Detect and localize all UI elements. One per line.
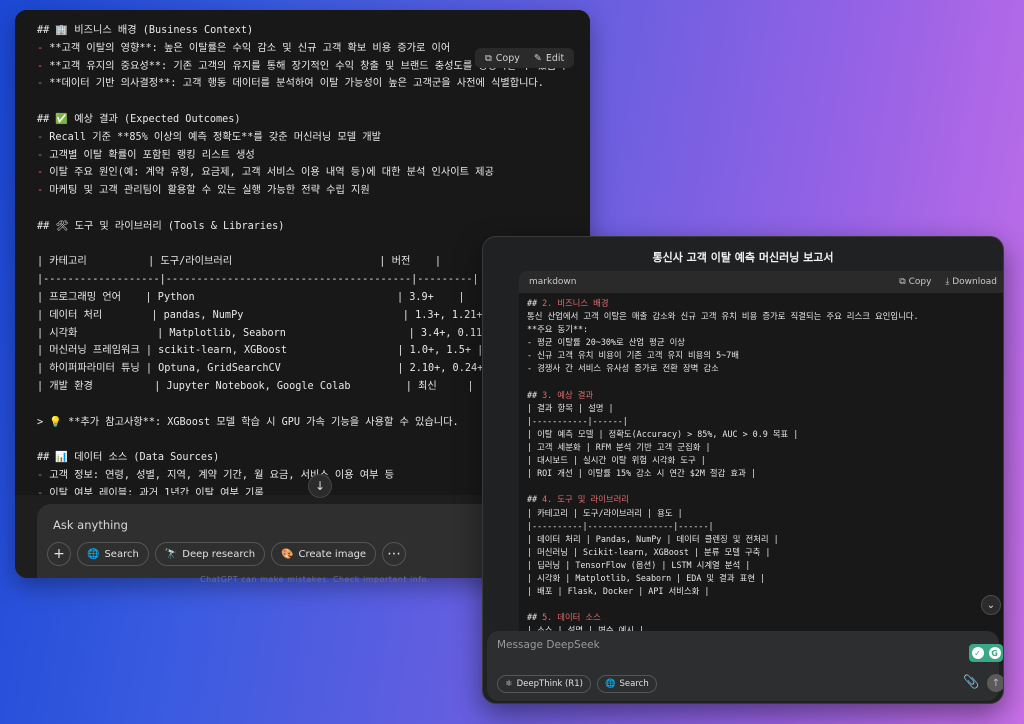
code-line: ## 4. 도구 및 라이브러리 [527, 494, 629, 505]
deepseek-input-area[interactable]: Message DeepSeek ✓ G ⚛ DeepThink (R1) 🌐 S… [487, 631, 1003, 701]
right-markdown-code-block: markdown ⧉ Copy ⤓ Download ## 2. 비즈니스 배경… [519, 271, 1003, 663]
deepthink-button[interactable]: ⚛ DeepThink (R1) [497, 675, 591, 693]
grammar-extension-icon[interactable]: ✓ G [969, 644, 1003, 662]
globe-icon: 🌐 [87, 548, 100, 560]
code-line: - 고객별 이탈 확률이 포함된 랭킹 리스트 생성 [37, 149, 255, 161]
code-line: | 카테고리 | 도구/라이브러리 | 용도 | [527, 507, 683, 518]
download-button[interactable]: ⤓ Download [945, 277, 997, 287]
code-line: | 데이터 처리 | Pandas, NumPy | 데이터 클렌징 및 전처리… [527, 533, 779, 544]
code-line: - 신규 고객 유치 비용이 기존 고객 유지 비용의 5~7배 [527, 350, 739, 361]
code-line: | 딥러닝 | TensorFlow (옵션) | LSTM 시계열 분석 | [527, 559, 751, 570]
code-line: 통신 산업에서 고객 이탈은 매출 감소와 신규 고객 유치 비용 증가로 직결… [527, 311, 919, 322]
code-line: | 결과 항목 | 설명 | [527, 402, 614, 413]
chevron-down-icon: ⌄ [986, 599, 996, 611]
create-image-button[interactable]: 🎨 Create image [271, 542, 377, 566]
message-input-placeholder[interactable]: Message DeepSeek [497, 639, 600, 651]
copy-icon: ⧉ [899, 277, 909, 287]
code-line: ## 🏢 비즈니스 배경 (Business Context) [37, 25, 254, 36]
deepseek-window: 통신사 고객 이탈 예측 머신러닝 보고서 markdown ⧉ Copy ⤓ … [482, 236, 1004, 704]
add-button[interactable]: + [47, 542, 71, 566]
code-line: | 머신러닝 | Scikit-learn, XGBoost | 분류 모델 구… [527, 546, 771, 557]
code-language-label: markdown [529, 277, 577, 287]
code-line: - 평균 이탈률 20~30%로 산업 평균 이상 [527, 337, 686, 348]
arrow-down-icon: ↓ [314, 479, 326, 493]
deep-research-button[interactable]: 🔭 Deep research [154, 542, 266, 566]
conversation-title: 통신사 고객 이탈 예측 머신러닝 보고서 [652, 251, 834, 264]
code-line: | ROI 개선 | 이탈률 15% 감소 시 연간 $2M 절감 효과 | [527, 468, 756, 479]
edit-icon: ✎ [533, 52, 542, 64]
plus-icon: + [53, 546, 65, 562]
atom-icon: ⚛ [505, 679, 513, 689]
more-options-button[interactable]: ⋯ [382, 542, 407, 566]
globe-icon: 🌐 [604, 679, 616, 689]
ellipsis-icon: ⋯ [387, 546, 402, 562]
code-line: ## 5. 데이터 소스 [527, 612, 601, 623]
code-block-header: markdown ⧉ Copy ⤓ Download [519, 271, 1003, 293]
code-line: - 이탈 주요 원인(예: 계약 유형, 요금제, 고객 서비스 이용 내역 등… [37, 167, 494, 179]
code-line: | 시각화 | Matplotlib, Seaborn | EDA 및 결과 표… [527, 572, 766, 583]
code-line: ## 2. 비즈니스 배경 [527, 298, 609, 308]
edit-button[interactable]: ✎ Edit [534, 53, 564, 64]
code-line: | 배포 | Flask, Docker | API 서비스화 | [527, 586, 710, 597]
code-line: - 경쟁사 간 서비스 유사성 증가로 전환 장벽 감소 [527, 363, 719, 374]
deepseek-toolbar: ⚛ DeepThink (R1) 🌐 Search [497, 675, 657, 693]
code-line: - **데이터 기반 의사결정**: 고객 행동 데이터를 분석하여 이탈 가능… [37, 78, 544, 90]
code-line: ## 3. 예상 결과 [527, 389, 594, 400]
code-line: - Recall 기준 **85% 이상의 예측 정확도**를 갖춘 머신러닝 … [37, 131, 382, 143]
arrow-up-icon: ↑ [991, 677, 1001, 689]
paperclip-icon[interactable]: 📎 [963, 675, 979, 690]
telescope-icon: 🔭 [164, 548, 178, 560]
code-line: | 대시보드 | 실시간 이탈 위험 시각화 도구 | [527, 455, 706, 466]
copy-edit-toolbar: ⧉ Copy ✎ Edit [475, 48, 575, 68]
disclaimer-text: ChatGPT can make mistakes. Check importa… [200, 575, 430, 584]
code-line: ## 🛠 도구 및 라이브러리 (Tools & Libraries) [37, 220, 285, 232]
scroll-down-button-right[interactable]: ⌄ [981, 595, 1001, 615]
code-line: | 고객 세분화 | RFM 분석 기반 고객 군집화 | [527, 442, 711, 453]
code-line: |-----------|------| [527, 415, 628, 426]
input-toolbar: + 🌐 Search 🔭 Deep research 🎨 Create imag… [47, 542, 407, 566]
copy-code-button[interactable]: ⧉ Copy [899, 277, 931, 287]
palette-icon: 🎨 [281, 548, 294, 560]
scroll-down-button[interactable]: ↓ [308, 474, 332, 498]
chat-input-placeholder[interactable]: Ask anything [53, 518, 128, 532]
copy-button[interactable]: ⧉ Copy [485, 53, 520, 64]
copy-icon: ⧉ [485, 52, 492, 64]
send-button[interactable]: ↑ [987, 674, 1003, 692]
search-button[interactable]: 🌐 Search [77, 542, 149, 566]
code-line: - 마케팅 및 고객 관리팀이 활용할 수 있는 실행 가능한 전략 수립 지원 [37, 185, 370, 197]
code-line: **주요 동기**: [527, 324, 589, 335]
code-line: | 이탈 예측 모델 | 정확도(Accuracy) > 85%, AUC > … [527, 428, 799, 439]
code-line: ## ✅ 예상 결과 (Expected Outcomes) [37, 113, 241, 125]
search-toggle-button[interactable]: 🌐 Search [596, 675, 657, 693]
code-line: |----------|-----------------|------| [527, 520, 714, 531]
right-code-lines: ## 2. 비즈니스 배경통신 산업에서 고객 이탈은 매출 감소와 신규 고객… [519, 293, 1003, 637]
